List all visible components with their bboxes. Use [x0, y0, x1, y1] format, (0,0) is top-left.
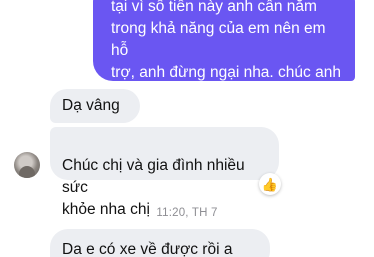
thumbs-up-icon: 👍 — [261, 176, 279, 192]
incoming-message-bubble[interactable]: Da e có xe về được rồi a — [50, 229, 270, 257]
reaction-badge[interactable]: 👍 — [259, 173, 281, 195]
message-timestamp: 11:20, TH 7 — [156, 207, 218, 219]
incoming-message-text: Da e có xe về được rồi a — [62, 241, 233, 257]
incoming-message-bubble[interactable]: Dạ vâng — [50, 89, 140, 123]
incoming-message-text: Dạ vâng — [62, 97, 120, 114]
outgoing-message-text: tại vì số tiền này anh cần nắm trong khả… — [111, 0, 341, 103]
avatar[interactable] — [14, 152, 40, 178]
incoming-message-bubble[interactable]: Chúc chị và gia đình nhiều sức khỏe nha … — [50, 127, 279, 218]
outgoing-message-bubble[interactable]: tại vì số tiền này anh cần nắm trong khả… — [93, 0, 355, 103]
chat-thread: tại vì số tiền này anh cần nắm trong khả… — [0, 0, 374, 257]
